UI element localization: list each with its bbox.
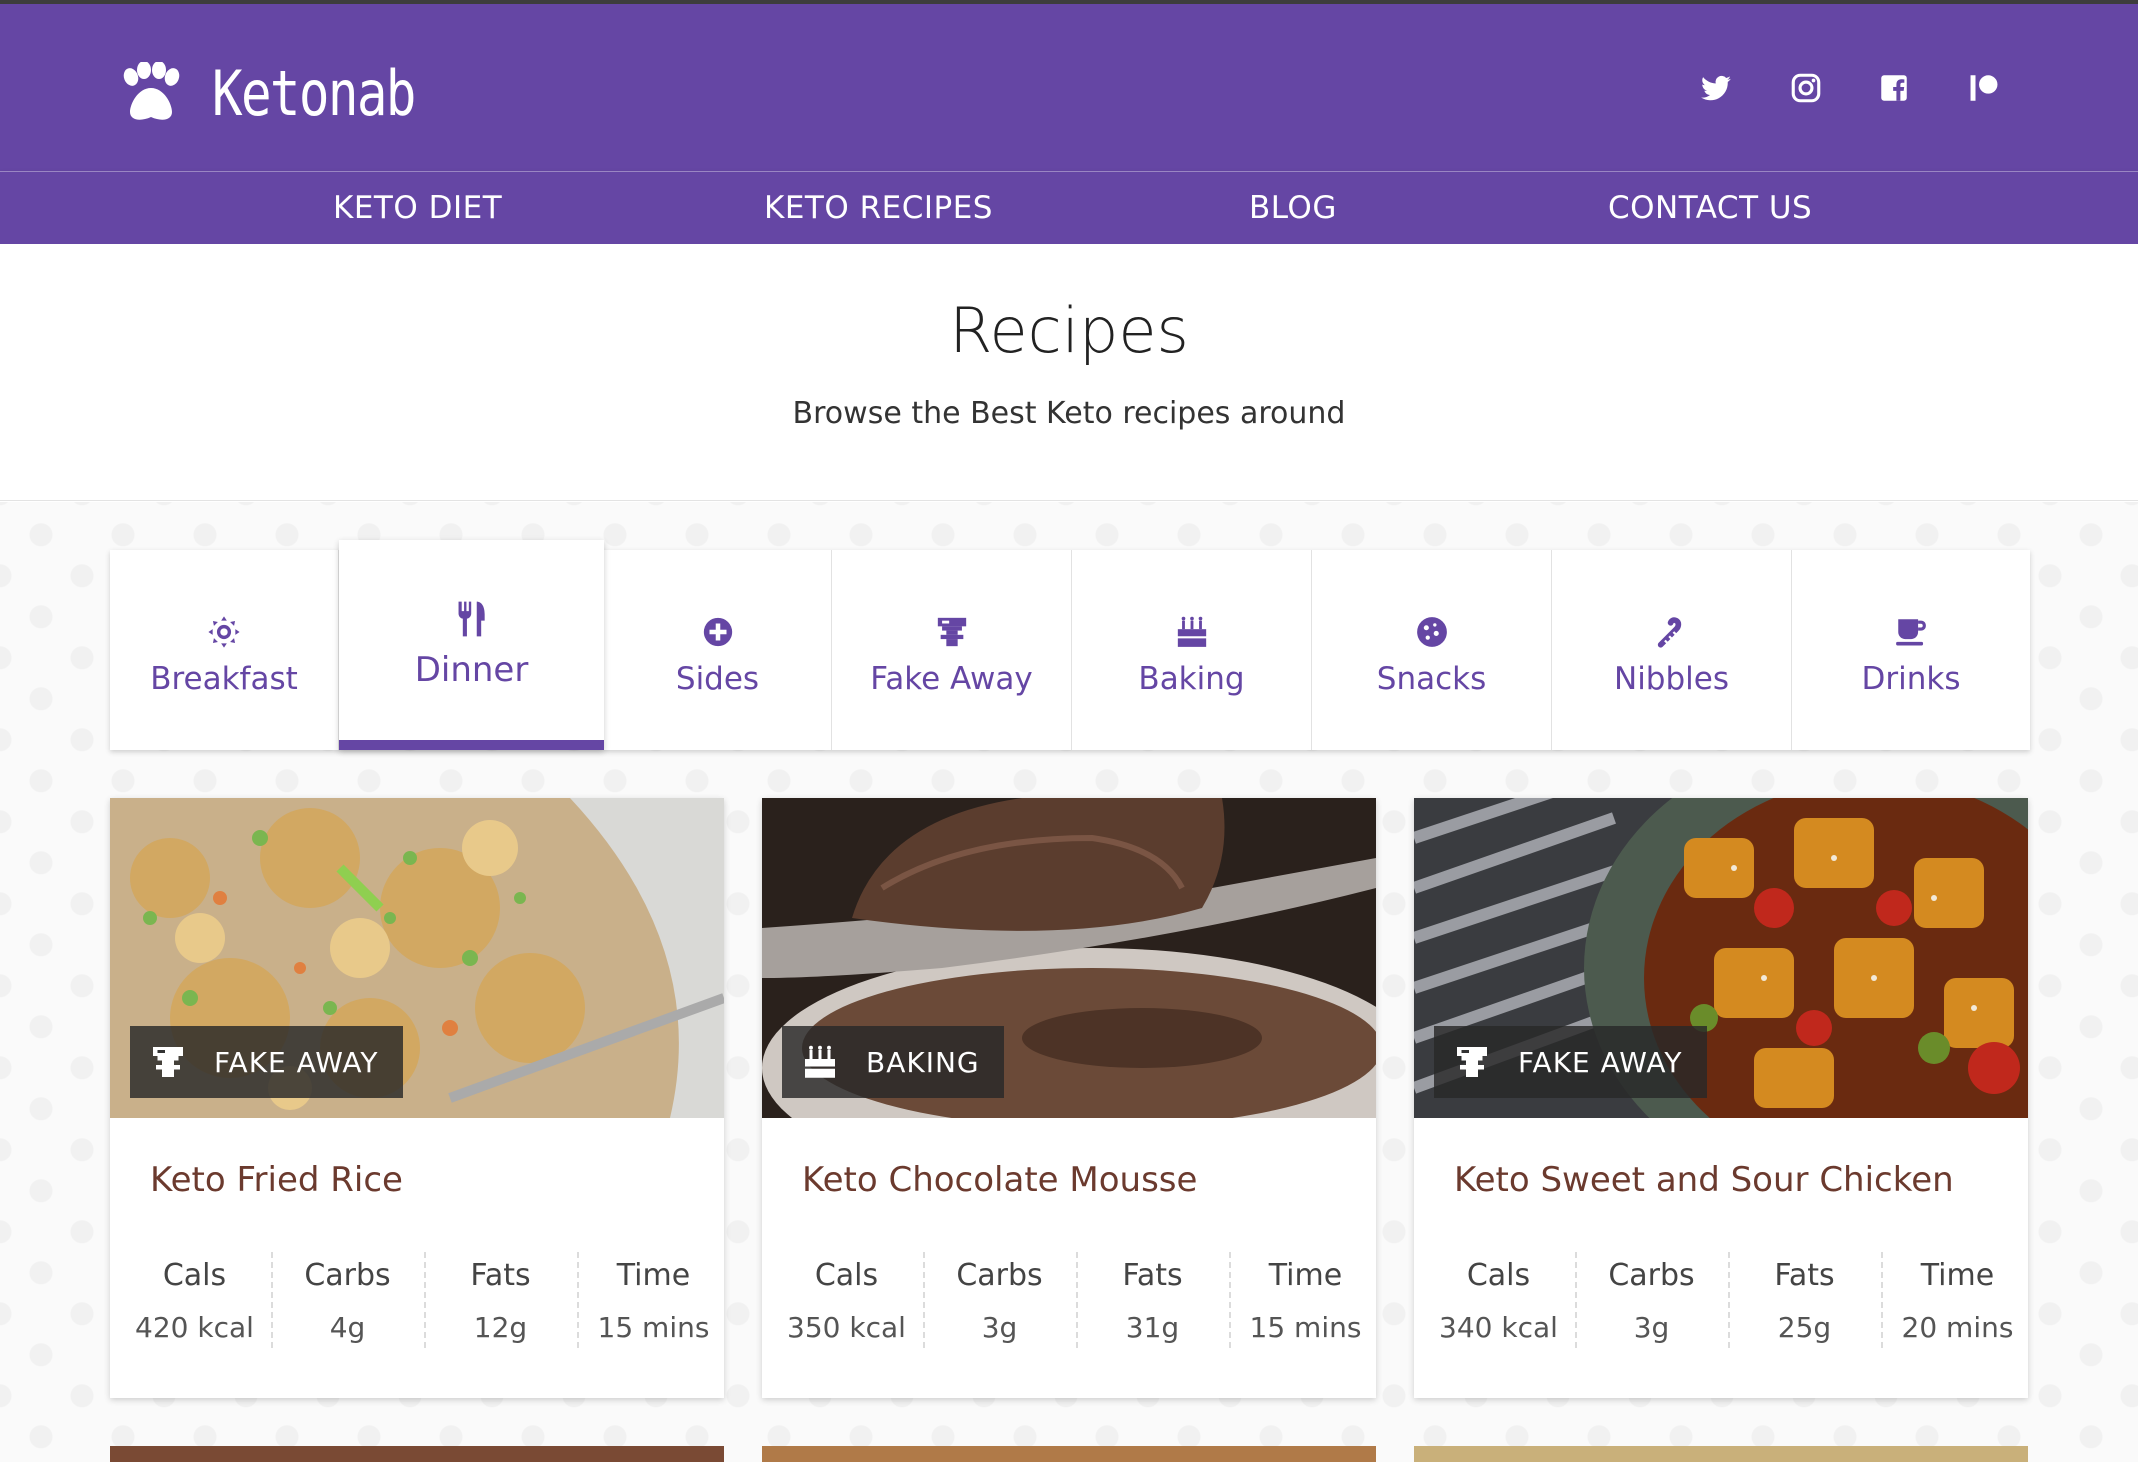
tab-fake-away[interactable]: Fake Away <box>832 550 1072 750</box>
category-tabs: Breakfast Dinner Sides Fake Away Baking … <box>110 540 2030 750</box>
tab-label: Sides <box>675 661 760 697</box>
recipe-stats: Cals 420 kcal Carbs 4g Fats 12g Time 15 mins <box>110 1250 724 1350</box>
recipe-card[interactable]: FAKE AWAY Keto Fried Rice Cals 420 kcal C… <box>110 798 724 1398</box>
page-title: Recipes <box>949 294 1189 367</box>
nav-blog[interactable]: BLOG <box>1249 172 1337 244</box>
paw-icon <box>123 62 180 120</box>
category-badge: FAKE AWAY <box>1434 1026 1707 1098</box>
instagram-icon <box>1791 73 1821 103</box>
patreon-link[interactable] <box>1964 68 2004 108</box>
plus-circle-icon <box>703 617 732 647</box>
stat-time: Time 15 mins <box>1229 1250 1382 1350</box>
tab-breakfast[interactable]: Breakfast <box>110 550 339 750</box>
takeaway-icon <box>1457 1047 1487 1077</box>
takeaway-icon <box>153 1047 183 1077</box>
active-tab-indicator <box>339 740 604 750</box>
tab-drinks[interactable]: Drinks <box>1792 550 2030 750</box>
category-badge-label: BAKING <box>866 1045 980 1079</box>
category-badge: FAKE AWAY <box>130 1026 403 1098</box>
stat-time: Time 20 mins <box>1881 1250 2034 1350</box>
takeaway-icon <box>937 617 966 647</box>
brand-logo-link[interactable]: Ketonab <box>118 56 459 130</box>
tab-sides[interactable]: Sides <box>604 550 832 750</box>
recipe-title[interactable]: Keto Sweet and Sour Chicken <box>1454 1160 1954 1200</box>
recipe-stats: Cals 340 kcal Carbs 3g Fats 25g Time 20 mins <box>1414 1250 2028 1350</box>
recipe-card-next-row[interactable] <box>1414 1446 2028 1462</box>
recipe-card[interactable]: BAKING Keto Chocolate Mousse Cals 350 kca… <box>762 798 1376 1398</box>
birthday-cake-icon <box>805 1045 835 1078</box>
recipe-stats: Cals 350 kcal Carbs 3g Fats 31g Time 15 mins <box>762 1250 1376 1350</box>
facebook-icon <box>1881 75 1907 101</box>
nav-keto-recipes[interactable]: KETO RECIPES <box>764 172 993 244</box>
facebook-link[interactable] <box>1874 68 1914 108</box>
stat-cals: Cals 340 kcal <box>1439 1258 1558 1344</box>
sun-icon <box>208 616 240 648</box>
stat-carbs: Carbs 3g <box>923 1250 1076 1350</box>
stat-time: Time 15 mins <box>577 1250 730 1350</box>
patreon-icon <box>1970 75 1998 101</box>
tab-baking[interactable]: Baking <box>1072 550 1312 750</box>
cookie-icon <box>1416 617 1447 647</box>
main-nav: KETO DIET KETO RECIPES BLOG CONTACT US <box>0 171 2138 244</box>
stat-fats: Fats 25g <box>1728 1250 1881 1350</box>
category-badge: BAKING <box>782 1026 1004 1098</box>
tab-dinner[interactable]: Dinner <box>339 540 604 750</box>
tab-snacks[interactable]: Snacks <box>1312 550 1552 750</box>
category-badge-label: FAKE AWAY <box>1518 1045 1683 1079</box>
tab-label: Snacks <box>1376 661 1487 697</box>
site-header: Ketonab <box>0 4 2138 171</box>
tab-label: Breakfast <box>150 661 298 697</box>
twitter-link[interactable] <box>1696 68 1736 108</box>
page-subtitle: Browse the Best Keto recipes around <box>792 396 1346 431</box>
brand-name: Ketonab <box>212 56 416 130</box>
tab-label: Baking <box>1138 661 1245 697</box>
tab-label: Dinner <box>414 650 529 690</box>
nav-contact-us[interactable]: CONTACT US <box>1608 172 1812 244</box>
candy-cane-icon <box>1657 617 1681 648</box>
stat-cals: Cals 420 kcal <box>135 1258 254 1344</box>
utensils-icon <box>458 601 485 637</box>
recipe-card-next-row[interactable] <box>110 1446 724 1462</box>
tab-nibbles[interactable]: Nibbles <box>1552 550 1792 750</box>
stat-carbs: Carbs 4g <box>271 1250 424 1350</box>
coffee-cup-icon <box>1896 619 1926 646</box>
tab-label: Nibbles <box>1614 661 1729 697</box>
nav-keto-diet[interactable]: KETO DIET <box>333 172 502 244</box>
recipe-title[interactable]: Keto Fried Rice <box>150 1160 403 1200</box>
stat-fats: Fats 12g <box>424 1250 577 1350</box>
instagram-link[interactable] <box>1786 68 1826 108</box>
recipe-card[interactable]: FAKE AWAY Keto Sweet and Sour Chicken Ca… <box>1414 798 2028 1398</box>
stat-carbs: Carbs 3g <box>1575 1250 1728 1350</box>
recipe-title[interactable]: Keto Chocolate Mousse <box>802 1160 1197 1200</box>
tab-label: Drinks <box>1861 661 1961 697</box>
stat-cals: Cals 350 kcal <box>787 1258 906 1344</box>
recipe-card-next-row[interactable] <box>762 1446 1376 1462</box>
tab-label: Fake Away <box>870 661 1033 697</box>
birthday-cake-icon <box>1177 616 1206 647</box>
page-hero: Recipes Browse the Best Keto recipes aro… <box>0 244 2138 501</box>
stat-fats: Fats 31g <box>1076 1250 1229 1350</box>
twitter-icon <box>1701 75 1731 101</box>
category-badge-label: FAKE AWAY <box>214 1045 379 1079</box>
